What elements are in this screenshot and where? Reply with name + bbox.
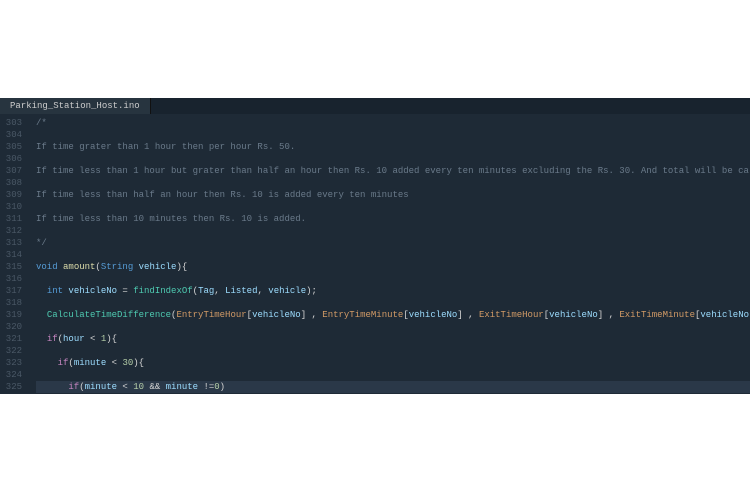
code-line: if(minute < 30){	[36, 357, 750, 369]
line-number: 322	[0, 345, 22, 357]
line-number: 312	[0, 225, 22, 237]
code-line: int vehicleNo = findIndexOf(Tag, Listed,…	[36, 285, 750, 297]
tab-filename: Parking_Station_Host.ino	[10, 101, 140, 111]
line-number: 303	[0, 117, 22, 129]
code-line: */	[36, 237, 750, 249]
code-line: if(minute < 10 && minute !=0)	[36, 381, 750, 393]
line-number: 324	[0, 369, 22, 381]
code-editor: Parking_Station_Host.ino 303304305306307…	[0, 98, 750, 394]
line-number: 308	[0, 177, 22, 189]
line-number: 316	[0, 273, 22, 285]
code-line: If time less than 10 minutes then Rs. 10…	[36, 213, 750, 225]
line-number-gutter: 3033043053063073083093103113123133143153…	[0, 114, 28, 394]
code-line: If time less than half an hour then Rs. …	[36, 189, 750, 201]
line-number: 318	[0, 297, 22, 309]
line-number: 313	[0, 237, 22, 249]
line-number: 306	[0, 153, 22, 165]
line-number: 305	[0, 141, 22, 153]
line-number: 321	[0, 333, 22, 345]
line-number: 315	[0, 261, 22, 273]
line-number: 307	[0, 165, 22, 177]
line-number: 323	[0, 357, 22, 369]
line-number: 314	[0, 249, 22, 261]
line-number: 325	[0, 381, 22, 393]
code-line: If time grater than 1 hour then per hour…	[36, 141, 750, 153]
line-number: 319	[0, 309, 22, 321]
code-line: CalculateTimeDifference(EntryTimeHour[ve…	[36, 309, 750, 321]
line-number: 304	[0, 129, 22, 141]
file-tab[interactable]: Parking_Station_Host.ino	[0, 98, 151, 114]
line-number: 320	[0, 321, 22, 333]
line-number: 311	[0, 213, 22, 225]
line-number: 309	[0, 189, 22, 201]
code-line: If time less than 1 hour but grater than…	[36, 165, 750, 177]
line-number: 310	[0, 201, 22, 213]
code-line: void amount(String vehicle){	[36, 261, 750, 273]
code-area[interactable]: 3033043053063073083093103113123133143153…	[0, 114, 750, 394]
code-line: if(hour < 1){	[36, 333, 750, 345]
tab-bar: Parking_Station_Host.ino	[0, 98, 750, 114]
line-number: 317	[0, 285, 22, 297]
code-line: /*	[36, 117, 750, 129]
code-content[interactable]: /* If time grater than 1 hour then per h…	[28, 114, 750, 394]
